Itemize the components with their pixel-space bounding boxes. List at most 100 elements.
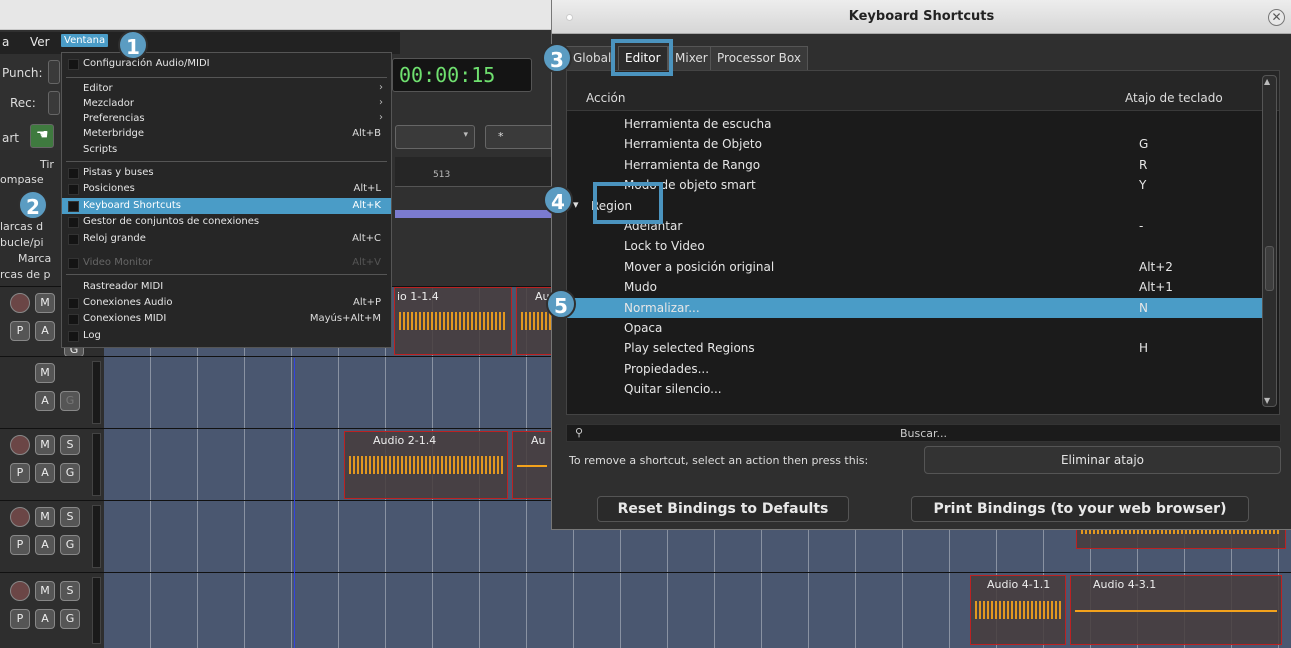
- playlist-button[interactable]: P: [10, 535, 30, 555]
- tab-global[interactable]: Global: [566, 46, 612, 70]
- action-name: Quitar silencio...: [624, 382, 722, 396]
- audio-region[interactable]: Audio 2-1.4: [344, 431, 508, 499]
- menu-item-big-clock[interactable]: Reloj grande Alt+C: [62, 231, 391, 247]
- mute-button[interactable]: M: [35, 507, 55, 527]
- menu-item-meterbridge[interactable]: Meterbridge Alt+B: [62, 126, 391, 142]
- menu-ventana[interactable]: Ventana: [61, 34, 109, 47]
- group-button[interactable]: G: [60, 391, 80, 411]
- automation-button[interactable]: A: [35, 463, 55, 483]
- automation-button[interactable]: A: [35, 391, 55, 411]
- track-header: M S P A G: [0, 573, 104, 648]
- menu-item-locations[interactable]: Posiciones Alt+L: [62, 181, 391, 197]
- action-name: Herramienta de Rango: [624, 158, 761, 172]
- automation-button[interactable]: A: [35, 609, 55, 629]
- menu-item-scripts[interactable]: Scripts: [62, 142, 391, 158]
- table-row[interactable]: Play selected Regions H: [567, 338, 1247, 358]
- column-header-shortcut[interactable]: Atajo de teclado: [1125, 91, 1223, 105]
- playlist-button[interactable]: P: [10, 463, 30, 483]
- search-bar[interactable]: ⚲ Buscar...: [566, 424, 1281, 442]
- scroll-thumb[interactable]: [1265, 246, 1274, 291]
- menu-item-connection-manager[interactable]: Gestor de conjuntos de conexiones: [62, 214, 391, 230]
- loop-range-bar[interactable]: [395, 210, 552, 218]
- table-row[interactable]: Herramienta de Rango R: [567, 155, 1247, 175]
- rec-button[interactable]: [48, 91, 60, 115]
- table-row[interactable]: Propiedades...: [567, 359, 1247, 379]
- menu-item-editor[interactable]: Editor ›: [62, 81, 391, 97]
- checkbox: [68, 234, 79, 245]
- record-arm-button[interactable]: [10, 581, 30, 601]
- audio-region[interactable]: Audio 4-1.1: [970, 575, 1066, 645]
- step-badge-4: 4: [543, 185, 573, 215]
- track-lane[interactable]: Audio 4-1.1 Audio 4-3.1: [104, 573, 1291, 648]
- action-name: Propiedades...: [624, 362, 710, 376]
- audio-region[interactable]: Audio 4-3.1: [1070, 575, 1282, 645]
- table-row[interactable]: Adelantar -: [567, 216, 1247, 236]
- automation-button[interactable]: A: [35, 321, 55, 341]
- table-row[interactable]: Lock to Video: [567, 236, 1247, 256]
- menu-item-keyboard-shortcuts[interactable]: Keyboard Shortcuts Alt+K: [62, 198, 391, 214]
- vertical-scrollbar[interactable]: ▲ ▼: [1262, 75, 1277, 407]
- group-button[interactable]: G: [60, 535, 80, 555]
- menu-item-audio-midi-setup[interactable]: Configuración Audio/MIDI: [62, 56, 391, 72]
- scroll-up-icon[interactable]: ▲: [1264, 77, 1270, 86]
- solo-button[interactable]: S: [60, 507, 80, 527]
- checkbox: [68, 168, 79, 179]
- expand-arrow-icon[interactable]: ▾: [573, 198, 579, 211]
- mute-button[interactable]: M: [35, 363, 55, 383]
- primary-clock[interactable]: 00:00:15: [392, 58, 532, 92]
- track-header: M A G: [0, 357, 104, 428]
- hand-tool-button[interactable]: ☚: [30, 124, 54, 148]
- menu-item-preferences[interactable]: Preferencias ›: [62, 111, 391, 127]
- playlist-button[interactable]: P: [10, 609, 30, 629]
- solo-button[interactable]: S: [60, 581, 80, 601]
- close-icon[interactable]: ✕: [1268, 9, 1285, 26]
- table-row[interactable]: Herramienta de Objeto G: [567, 134, 1247, 154]
- menu-partial[interactable]: a: [2, 35, 9, 49]
- playlist-button[interactable]: P: [10, 321, 30, 341]
- table-row[interactable]: Herramienta de escucha: [567, 114, 1247, 134]
- menu-item-tracks-busses[interactable]: Pistas y buses: [62, 165, 391, 181]
- automation-button[interactable]: A: [35, 535, 55, 555]
- track-header: M S P A G: [0, 429, 104, 500]
- grid-select[interactable]: *: [485, 125, 555, 149]
- menu-ver[interactable]: Ver: [30, 35, 50, 49]
- table-group-row[interactable]: ▾ Region: [567, 196, 1247, 216]
- search-input[interactable]: Buscar...: [567, 427, 1280, 440]
- scroll-down-icon[interactable]: ▼: [1264, 396, 1270, 405]
- timeline-ruler[interactable]: 513: [395, 157, 552, 187]
- record-arm-button[interactable]: [10, 293, 30, 313]
- dialog-titlebar[interactable]: Keyboard Shortcuts ✕: [552, 0, 1291, 34]
- group-button[interactable]: G: [60, 463, 80, 483]
- menu-item-audio-connections[interactable]: Conexiones Audio Alt+P: [62, 295, 391, 311]
- edit-mode-select[interactable]: ▾: [395, 125, 475, 149]
- audio-region[interactable]: Au: [512, 431, 552, 499]
- audio-region[interactable]: io 1-1.4: [394, 287, 512, 355]
- menu-item-log[interactable]: Log: [62, 328, 391, 344]
- tab-processor-box[interactable]: Processor Box: [710, 46, 808, 70]
- group-button[interactable]: G: [60, 609, 80, 629]
- mute-button[interactable]: M: [35, 581, 55, 601]
- menu-item-midi-tracer[interactable]: Rastreador MIDI: [62, 279, 391, 295]
- table-row[interactable]: Modo de objeto smart Y: [567, 175, 1247, 195]
- record-arm-button[interactable]: [10, 435, 30, 455]
- solo-button[interactable]: S: [60, 435, 80, 455]
- table-row[interactable]: Quitar silencio...: [567, 379, 1247, 399]
- reset-bindings-button[interactable]: Reset Bindings to Defaults: [597, 496, 849, 522]
- menu-item-mixer[interactable]: Mezclador ›: [62, 96, 391, 112]
- table-row[interactable]: Normalizar... N: [567, 298, 1267, 318]
- punch-button[interactable]: [48, 60, 60, 84]
- menu-item-shortcut: Alt+B: [352, 128, 381, 139]
- record-arm-button[interactable]: [10, 507, 30, 527]
- menu-item-midi-connections[interactable]: Conexiones MIDI Mayús+Alt+M: [62, 311, 391, 327]
- table-row[interactable]: Mover a posición original Alt+2: [567, 257, 1247, 277]
- mute-button[interactable]: M: [35, 435, 55, 455]
- playhead[interactable]: [294, 358, 295, 648]
- remove-shortcut-button[interactable]: Eliminar atajo: [924, 446, 1281, 474]
- mute-button[interactable]: M: [35, 293, 55, 313]
- tab-mixer[interactable]: Mixer: [668, 46, 715, 70]
- print-bindings-button[interactable]: Print Bindings (to your web browser): [911, 496, 1249, 522]
- table-row[interactable]: Mudo Alt+1: [567, 277, 1247, 297]
- column-header-action[interactable]: Acción: [586, 91, 625, 105]
- shortcut-key: Alt+1: [1139, 280, 1173, 294]
- table-row[interactable]: Opaca: [567, 318, 1247, 338]
